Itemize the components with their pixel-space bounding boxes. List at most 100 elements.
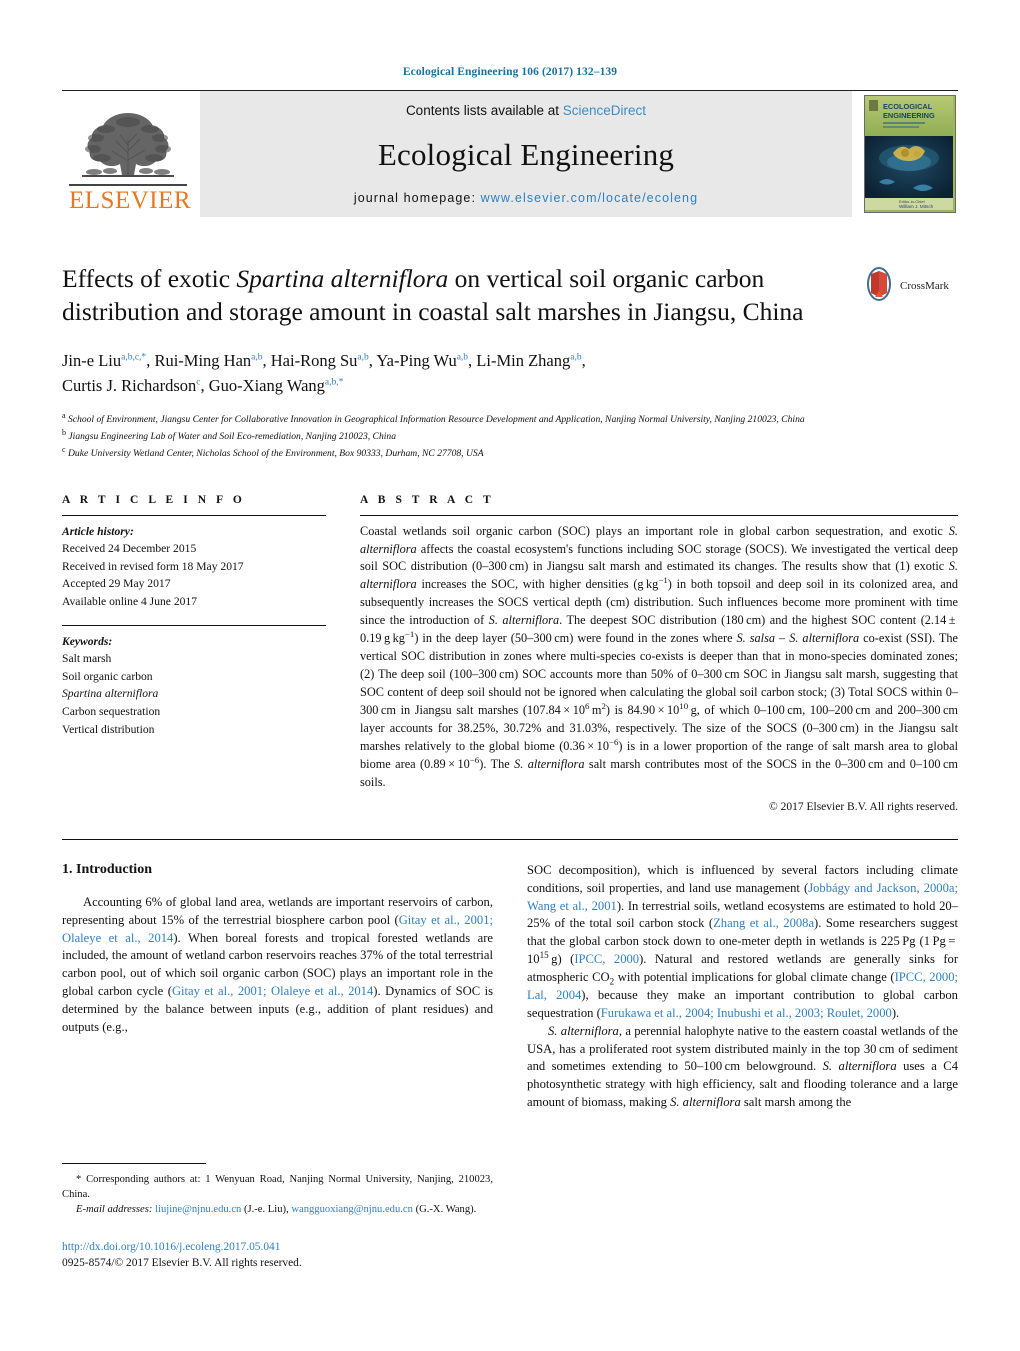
divider [62, 624, 326, 626]
title-species-italic: Spartina alterniflora [236, 264, 449, 293]
keyword-item: Vertical distribution [62, 722, 155, 736]
article-info-heading: A R T I C L E I N F O [62, 493, 246, 506]
affiliation-list: a School of Environment, Jiangsu Center … [62, 410, 958, 461]
sciencedirect-link[interactable]: ScienceDirect [563, 103, 646, 118]
elsevier-tree-icon [82, 113, 174, 177]
journal-homepage-line: journal homepage: www.elsevier.com/locat… [354, 191, 698, 205]
footnote-divider [62, 1162, 206, 1164]
affiliation-mark: c [62, 445, 66, 455]
keyword-item: Spartina alterniflora [62, 687, 159, 701]
cover-artwork-icon: ECOLOGICAL ENGINEERING Editor-in-Chief W… [865, 96, 953, 210]
author-item: Li-Min Zhanga,b [476, 351, 581, 370]
author-item: Curtis J. Richardsonc [62, 376, 201, 395]
intro-paragraph-2: S. alterniflora, a perennial halophyte n… [527, 1023, 959, 1110]
homepage-prefix: journal homepage: [353, 191, 481, 205]
author-item: Hai-Rong Sua,b [271, 351, 369, 370]
journal-cover-thumbnail: ECOLOGICAL ENGINEERING Editor-in-Chief W… [862, 91, 958, 217]
footnote-block: * Corresponding authors at: 1 Wenyuan Ro… [62, 1162, 493, 1272]
corresponding-author-note: * Corresponding authors at: 1 Wenyuan Ro… [62, 1173, 493, 1200]
corresponding-author-text: Corresponding authors at: 1 Wenyuan Road… [62, 1173, 493, 1200]
divider [62, 514, 326, 516]
author-list: Jin-e Liua,b,c,*, Rui-Ming Hana,b, Hai-R… [62, 350, 586, 395]
history-item: Accepted 29 May 2017 [62, 577, 171, 591]
svg-text:William J. Mitsch: William J. Mitsch [899, 204, 934, 209]
title-block: Effects of exotic Spartina alterniflora … [62, 263, 958, 329]
crossmark-badge[interactable]: CrossMark [862, 263, 958, 301]
crossmark-label: CrossMark [900, 280, 949, 292]
author-name: Guo-Xiang Wang [208, 375, 325, 395]
journal-masthead: ELSEVIER Contents lists available at Sci… [62, 90, 958, 217]
author-affil-marks: a,b [357, 352, 369, 363]
keyword-item: Soil organic carbon [62, 669, 153, 683]
history-label: Article history: [62, 524, 134, 538]
author-name: Curtis J. Richardson [62, 375, 197, 395]
elsevier-wordmark: ELSEVIER [69, 184, 191, 213]
citation-link[interactable]: Gitay et al., 2001; Olaleye et al., 2014 [172, 984, 373, 998]
author-item: Guo-Xiang Wanga,b,* [209, 376, 344, 395]
journal-title: Ecological Engineering [377, 136, 675, 172]
author-name: Ya-Ping Wu [376, 350, 457, 370]
contents-prefix: Contents lists available at [405, 103, 563, 118]
abstract-copyright: © 2017 Elsevier B.V. All rights reserved… [769, 800, 958, 813]
body-columns: 1. Introduction Accounting 6% of global … [62, 862, 958, 1272]
abstract-text: Coastal wetlands soil organic carbon (SO… [360, 523, 958, 789]
author-affil-marks: a,b [456, 352, 469, 363]
citation-link[interactable]: Jobbágy and Jackson, 2000a; Wang et al.,… [527, 881, 958, 913]
email-link-2[interactable]: wangguoxiang@njnu.edu.cn [291, 1204, 413, 1215]
divider [360, 514, 958, 516]
history-item: Received in revised form 18 May 2017 [62, 559, 244, 573]
citation-link[interactable]: Gitay et al., 2001; Olaleye et al., 2014 [62, 913, 493, 945]
citation-link[interactable]: Furukawa et al., 2004; Inubushi et al., … [601, 1006, 892, 1020]
author-item: Jin-e Liua,b,c,* [62, 351, 146, 370]
doi-block: http://dx.doi.org/10.1016/j.ecoleng.2017… [62, 1239, 493, 1272]
author-affil-marks: c [196, 377, 201, 388]
abstract-column: A B S T R A C T Coastal wetlands soil or… [348, 494, 958, 813]
email-link-1[interactable]: liujine@njnu.edu.cn [155, 1204, 241, 1215]
title-part-1: Effects of exotic [62, 264, 237, 293]
svg-text:ECOLOGICAL: ECOLOGICAL [883, 102, 933, 111]
affiliation-text: School of Environment, Jiangsu Center fo… [67, 414, 805, 426]
citation-link[interactable]: IPCC, 2000 [574, 952, 639, 966]
affiliation-text: Jiangsu Engineering Lab of Water and Soi… [68, 431, 396, 443]
history-item: Received 24 December 2015 [62, 542, 197, 556]
author-name: Hai-Rong Su [270, 350, 358, 370]
section-divider [62, 838, 958, 840]
author-item: Ya-Ping Wua,b [376, 351, 468, 370]
elsevier-logo: ELSEVIER [62, 91, 194, 217]
article-history: Article history: Received 24 December 20… [62, 523, 326, 611]
doi-link[interactable]: http://dx.doi.org/10.1016/j.ecoleng.2017… [62, 1239, 493, 1256]
citation-link[interactable]: Zhang et al., 2008a [713, 916, 814, 930]
keywords-block: Keywords: Salt marsh Soil organic carbon… [62, 633, 326, 739]
author-affil-marks: a,b [570, 352, 582, 363]
article-info-column: A R T I C L E I N F O Article history: R… [62, 494, 348, 813]
intro-paragraph-1: Accounting 6% of global land area, wetla… [62, 894, 494, 1034]
citation-link[interactable]: IPCC, 2000; Lal, 2004 [527, 970, 958, 1002]
email-label: E-mail addresses: [76, 1203, 153, 1215]
body-column-left: 1. Introduction Accounting 6% of global … [62, 862, 493, 1272]
affiliation-item: b Jiangsu Engineering Lab of Water and S… [62, 427, 958, 444]
author-affil-marks: a,b [251, 352, 263, 363]
contents-list-line: Contents lists available at ScienceDirec… [406, 103, 646, 118]
author-name: Rui-Ming Han [154, 350, 252, 370]
history-item: Available online 4 June 2017 [62, 595, 198, 608]
affiliation-item: c Duke University Wetland Center, Nichol… [62, 444, 958, 461]
homepage-url-link[interactable]: www.elsevier.com/locate/ecoleng [481, 191, 699, 205]
section-heading-introduction: 1. Introduction [62, 861, 152, 877]
affiliation-text: Duke University Wetland Center, Nicholas… [67, 448, 484, 460]
intro-paragraph-1-continued: SOC decomposition), which is influenced … [527, 862, 959, 1020]
abstract-heading: A B S T R A C T [360, 493, 495, 506]
email-owner-2: (G.-X. Wang). [415, 1203, 477, 1215]
author-name: Jin-e Liu [62, 350, 122, 370]
cover-image: ECOLOGICAL ENGINEERING Editor-in-Chief W… [864, 95, 956, 213]
email-owner-1: (J.-e. Liu) [243, 1203, 287, 1215]
svg-text:ENGINEERING: ENGINEERING [883, 111, 935, 120]
affiliation-mark: b [62, 428, 66, 438]
keyword-item: Salt marsh [62, 652, 112, 666]
crossmark-icon [867, 267, 891, 301]
author-item: Rui-Ming Hana,b [154, 351, 262, 370]
page-title: Effects of exotic Spartina alterniflora … [62, 263, 862, 329]
info-abstract-row: A R T I C L E I N F O Article history: R… [62, 494, 958, 813]
running-head: Ecological Engineering 106 (2017) 132–13… [402, 66, 618, 78]
keywords-label: Keywords: [62, 634, 113, 648]
body-column-right: SOC decomposition), which is influenced … [527, 862, 958, 1272]
